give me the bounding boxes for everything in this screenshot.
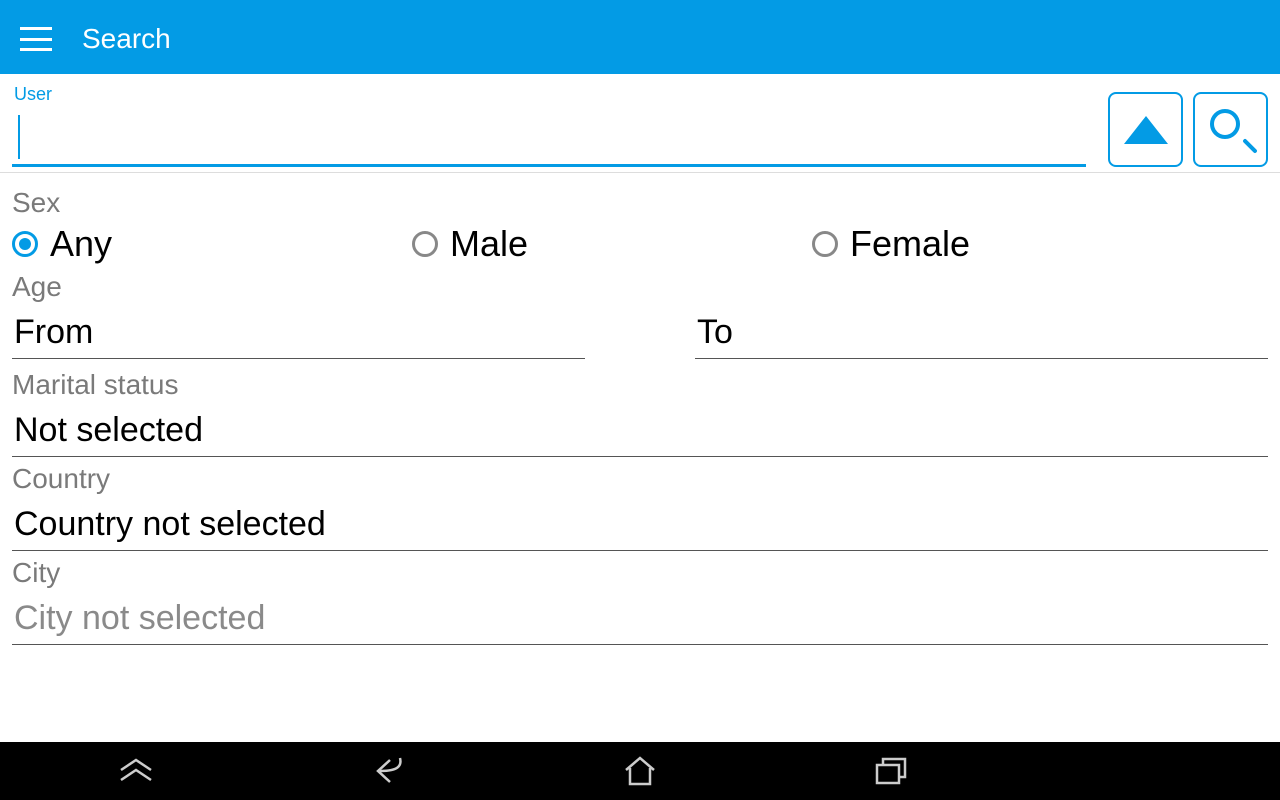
- city-label: City: [12, 557, 1268, 589]
- collapse-button[interactable]: [1108, 92, 1183, 167]
- nav-drawer-button[interactable]: [36, 742, 236, 800]
- user-search-panel: User: [0, 74, 1280, 173]
- age-from-field[interactable]: From: [12, 307, 585, 359]
- country-field[interactable]: Country not selected: [12, 499, 1268, 551]
- age-label: Age: [12, 271, 1268, 303]
- country-label: Country: [12, 463, 1268, 495]
- home-icon: [622, 754, 658, 788]
- sex-label: Sex: [12, 187, 1268, 219]
- sex-radio-group: Any Male Female: [12, 223, 1268, 265]
- city-field[interactable]: City not selected: [12, 593, 1268, 645]
- sex-option-label: Any: [50, 223, 112, 265]
- nav-back-button[interactable]: [288, 742, 488, 800]
- page-title: Search: [82, 23, 171, 55]
- sex-option-female[interactable]: Female: [812, 223, 1212, 265]
- system-nav-bar: [0, 742, 1280, 800]
- nav-recents-button[interactable]: [792, 742, 992, 800]
- age-to-field[interactable]: To: [695, 307, 1268, 359]
- text-cursor: [18, 115, 20, 159]
- search-form: Sex Any Male Female Age From To Marital …: [0, 173, 1280, 645]
- app-bar: Search: [0, 4, 1280, 74]
- nav-home-button[interactable]: [540, 742, 740, 800]
- back-icon: [368, 754, 408, 788]
- search-button[interactable]: [1193, 92, 1268, 167]
- triangle-up-icon: [1124, 116, 1168, 144]
- sex-option-any[interactable]: Any: [12, 223, 412, 265]
- sex-option-label: Male: [450, 223, 528, 265]
- nav-spacer: [1044, 742, 1244, 800]
- radio-unselected-icon: [812, 231, 838, 257]
- menu-icon[interactable]: [20, 27, 52, 51]
- marital-label: Marital status: [12, 369, 1268, 401]
- sex-option-male[interactable]: Male: [412, 223, 812, 265]
- sex-option-label: Female: [850, 223, 970, 265]
- search-icon: [1210, 109, 1252, 151]
- user-search-input[interactable]: [12, 107, 1086, 167]
- radio-selected-icon: [12, 231, 38, 257]
- radio-unselected-icon: [412, 231, 438, 257]
- recents-icon: [873, 755, 911, 787]
- drawer-icon: [116, 756, 156, 786]
- marital-status-field[interactable]: Not selected: [12, 405, 1268, 457]
- user-field-label: User: [12, 84, 1086, 105]
